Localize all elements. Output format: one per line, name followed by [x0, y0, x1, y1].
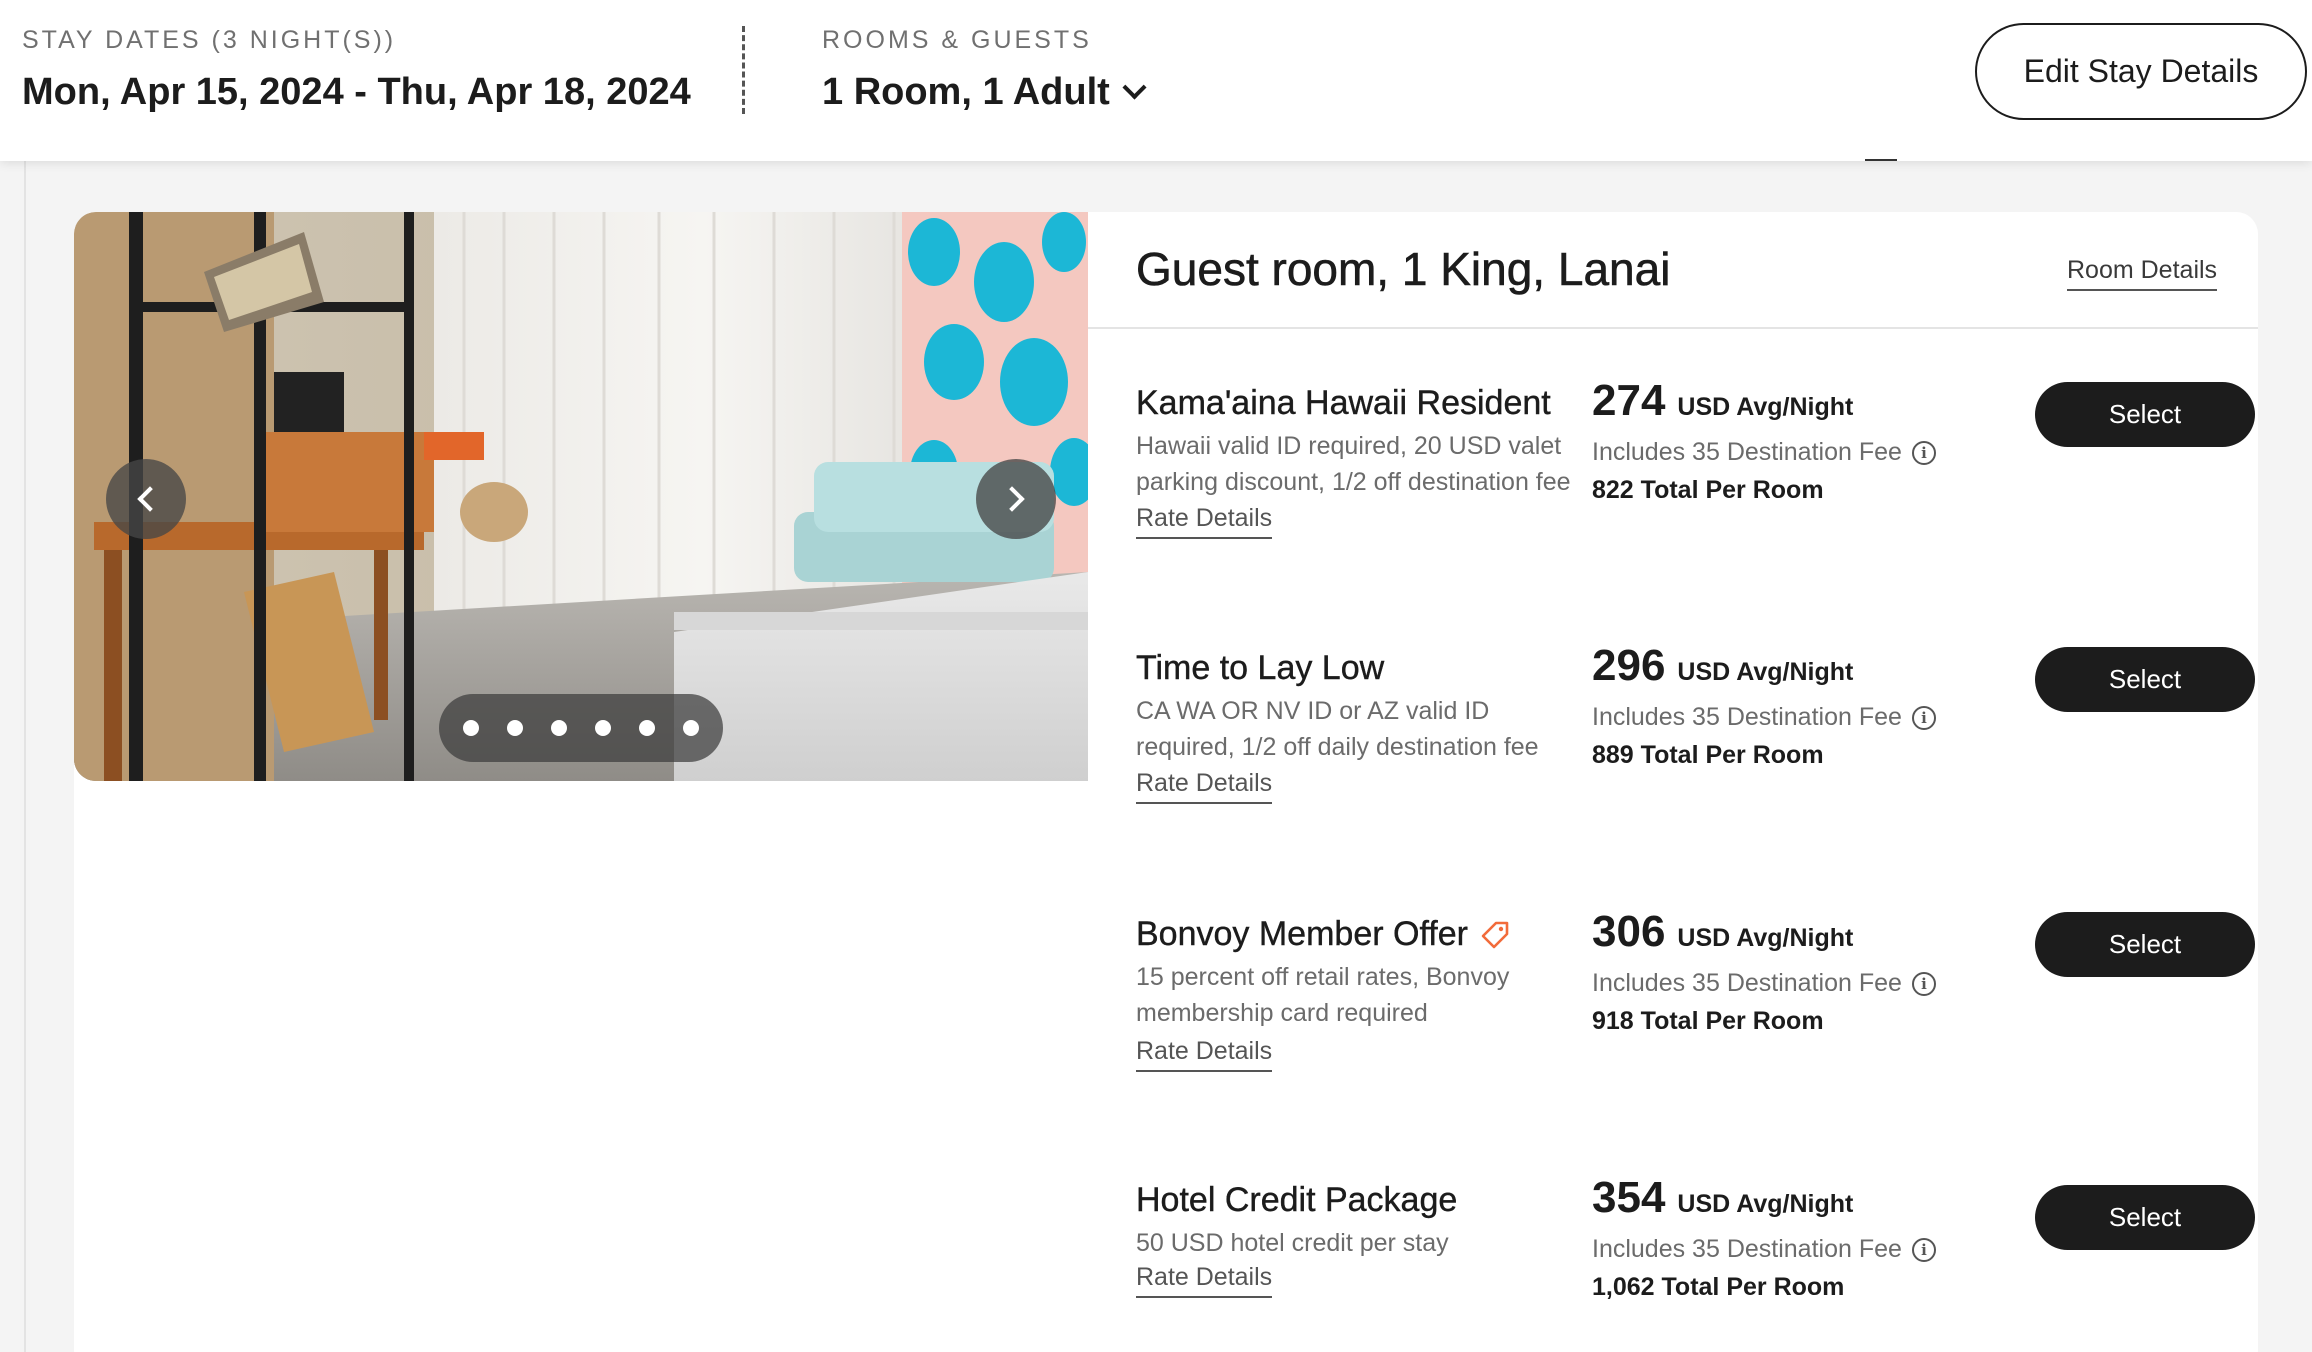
destination-fee-note: Includes 35 Destination Fee i: [1592, 703, 1936, 732]
rate-description: 15 percent off retail rates, Bonvoy memb…: [1136, 963, 1510, 1027]
price-unit: USD Avg/Night: [1677, 658, 1854, 686]
avg-night-price: 306: [1592, 907, 1666, 956]
total-per-room: 822 Total Per Room: [1592, 476, 1824, 504]
rate-details-link[interactable]: Rate Details: [1136, 1263, 1273, 1298]
carousel-prev-button[interactable]: [106, 459, 186, 539]
price-line: 274 USD Avg/Night: [1592, 376, 1853, 426]
carousel-dot[interactable]: [463, 720, 479, 736]
rate-name-text: Bonvoy Member Offer: [1136, 915, 1468, 953]
avg-night-price: 296: [1592, 641, 1666, 690]
info-icon[interactable]: i: [1911, 971, 1936, 996]
carousel-dot[interactable]: [683, 720, 699, 736]
chevron-left-icon: [137, 486, 163, 512]
rate-name: Hotel Credit Package: [1136, 1181, 1458, 1220]
room-title: Guest room, 1 King, Lanai: [1136, 243, 1671, 296]
rate-name-text: Time to Lay Low: [1136, 649, 1385, 687]
info-icon[interactable]: i: [1911, 440, 1936, 465]
rate-name: Time to Lay Low: [1136, 649, 1385, 688]
title-divider: [1088, 327, 2258, 329]
rate-details-link[interactable]: Rate Details: [1136, 1037, 1273, 1072]
chevron-down-icon: [1122, 75, 1147, 100]
destination-fee-text: Includes 35 Destination Fee: [1592, 969, 1902, 997]
rate-name-text: Hotel Credit Package: [1136, 1181, 1458, 1219]
header-underline-mark: [1865, 159, 1897, 161]
rooms-guests-block: ROOMS & GUESTS 1 Room, 1 Adult: [822, 26, 1147, 114]
select-rate-button[interactable]: Select: [2035, 912, 2255, 977]
rate-details-link[interactable]: Rate Details: [1136, 769, 1273, 804]
destination-fee-text: Includes 35 Destination Fee: [1592, 1235, 1902, 1263]
carousel-dot[interactable]: [551, 720, 567, 736]
carousel-next-button[interactable]: [976, 459, 1056, 539]
carousel-dot[interactable]: [507, 720, 523, 736]
carousel-dot[interactable]: [639, 720, 655, 736]
chevron-right-icon: [999, 486, 1025, 512]
room-details-link[interactable]: Room Details: [2067, 256, 2218, 291]
price-unit: USD Avg/Night: [1677, 1190, 1854, 1218]
header-divider: [742, 26, 745, 114]
destination-fee-text: Includes 35 Destination Fee: [1592, 703, 1902, 731]
avg-night-price: 354: [1592, 1173, 1666, 1222]
carousel-indicators: [439, 694, 723, 762]
price-unit: USD Avg/Night: [1677, 393, 1854, 421]
rooms-guests-label: ROOMS & GUESTS: [822, 26, 1092, 54]
rate-description: CA WA OR NV ID or AZ valid ID required, …: [1136, 697, 1539, 761]
select-rate-button[interactable]: Select: [2035, 647, 2255, 712]
rooms-guests-dropdown[interactable]: 1 Room, 1 Adult: [822, 71, 1147, 114]
destination-fee-note: Includes 35 Destination Fee i: [1592, 1235, 1936, 1264]
rate-name: Bonvoy Member Offer: [1136, 915, 1510, 954]
rate-name: Kama'aina Hawaii Resident: [1136, 384, 1551, 423]
price-line: 354 USD Avg/Night: [1592, 1173, 1853, 1223]
select-rate-button[interactable]: Select: [2035, 1185, 2255, 1250]
rate-details-link[interactable]: Rate Details: [1136, 504, 1273, 539]
total-per-room: 918 Total Per Room: [1592, 1007, 1824, 1035]
stay-dates-label: STAY DATES (3 NIGHT(S)): [22, 26, 397, 54]
rooms-guests-value: 1 Room, 1 Adult: [822, 71, 1110, 113]
price-line: 306 USD Avg/Night: [1592, 907, 1853, 957]
destination-fee-note: Includes 35 Destination Fee i: [1592, 969, 1936, 998]
stay-dates-block: STAY DATES (3 NIGHT(S)) Mon, Apr 15, 202…: [22, 26, 691, 114]
info-icon[interactable]: i: [1911, 705, 1936, 730]
avg-night-price: 274: [1592, 376, 1666, 425]
carousel-dot[interactable]: [595, 720, 611, 736]
destination-fee-note: Includes 35 Destination Fee i: [1592, 438, 1936, 467]
room-card: Guest room, 1 King, Lanai Room Details K…: [74, 212, 2258, 1352]
select-rate-button[interactable]: Select: [2035, 382, 2255, 447]
room-image-carousel[interactable]: [74, 212, 1088, 781]
total-per-room: 889 Total Per Room: [1592, 741, 1824, 769]
rate-name-text: Kama'aina Hawaii Resident: [1136, 384, 1551, 422]
edit-stay-details-button[interactable]: Edit Stay Details: [1975, 23, 2307, 120]
rate-description: 50 USD hotel credit per stay: [1136, 1229, 1449, 1257]
member-tag-icon: [1481, 921, 1509, 948]
price-unit: USD Avg/Night: [1677, 924, 1854, 952]
info-icon[interactable]: i: [1911, 1237, 1936, 1262]
rate-description: Hawaii valid ID required, 20 USD valet p…: [1136, 432, 1571, 496]
destination-fee-text: Includes 35 Destination Fee: [1592, 438, 1902, 466]
price-line: 296 USD Avg/Night: [1592, 641, 1853, 691]
stay-header: STAY DATES (3 NIGHT(S)) Mon, Apr 15, 202…: [0, 0, 2312, 161]
total-per-room: 1,062 Total Per Room: [1592, 1273, 1845, 1301]
stay-dates-value: Mon, Apr 15, 2024 - Thu, Apr 18, 2024: [22, 71, 691, 113]
page-frame-line: [24, 161, 26, 1352]
